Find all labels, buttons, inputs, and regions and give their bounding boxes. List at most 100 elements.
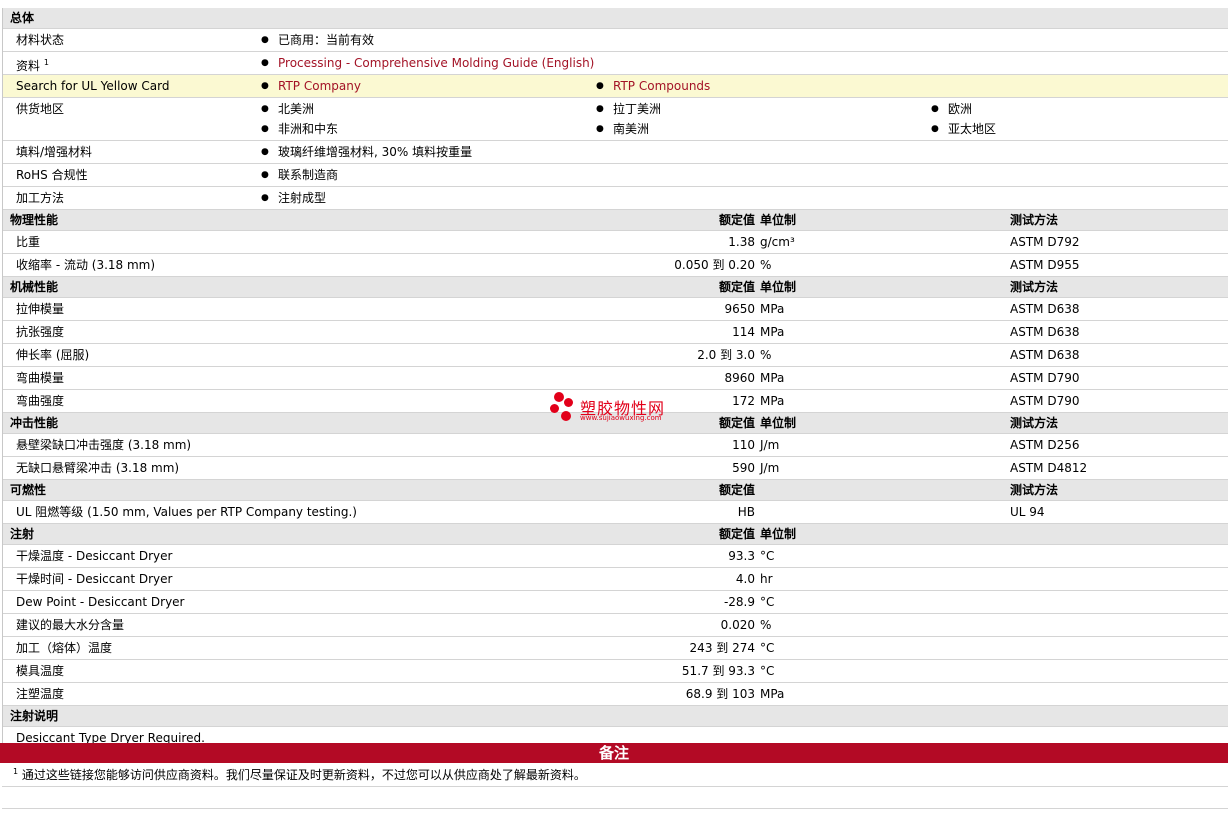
header-unit: 单位制	[760, 280, 797, 294]
region-item: 非洲和中东	[261, 118, 338, 140]
watermark-logo: 塑胶物性网 www.sujiaowuxing.com	[550, 392, 690, 428]
flammability-rows: UL 阻燃等级 (1.50 mm, Values per RTP Company…	[3, 501, 1228, 524]
row-label: 填料/增强材料	[16, 145, 93, 159]
property-unit: °C	[760, 595, 775, 609]
property-test-method: UL 94	[1010, 505, 1045, 519]
header-test: 测试方法	[1010, 213, 1059, 227]
property-test-method: ASTM D955	[1010, 258, 1080, 272]
row-label: 材料状态	[16, 33, 65, 47]
property-label: 比重	[16, 235, 41, 249]
section-title: 可燃性	[10, 483, 47, 497]
divider	[2, 808, 1228, 809]
bullet-value: 联系制造商	[261, 164, 338, 186]
property-unit: MPa	[760, 371, 785, 385]
rtp-compounds-link[interactable]: RTP Compounds	[596, 75, 710, 97]
property-value: 243 到 274	[689, 641, 755, 655]
footnote: 1 通过这些链接您能够访问供应商资料。我们尽量保证及时更新资料，不过您可以从供应…	[13, 767, 586, 782]
property-label: 弯曲模量	[16, 371, 65, 385]
literature-link[interactable]: Processing - Comprehensive Molding Guide…	[261, 52, 594, 74]
property-unit: MPa	[760, 302, 785, 316]
region-item: 欧洲	[931, 98, 972, 120]
section-title: 总体	[10, 11, 35, 25]
section-header-injection-notes: 注射说明	[3, 706, 1228, 727]
property-value: 93.3	[728, 549, 755, 563]
row-label: 资料 1	[16, 58, 49, 73]
property-unit: J/m	[760, 438, 780, 452]
bullet-value: 玻璃纤维增强材料, 30% 填料按重量	[261, 141, 472, 163]
property-label: 弯曲强度	[16, 394, 65, 408]
header-value: 额定值	[718, 416, 755, 430]
property-unit: %	[760, 618, 772, 632]
row-filler: 填料/增强材料 玻璃纤维增强材料, 30% 填料按重量	[3, 141, 1228, 164]
property-unit: hr	[760, 572, 773, 586]
property-row: Dew Point - Desiccant Dryer -28.9 °C	[3, 591, 1228, 614]
property-value: 110	[732, 438, 755, 452]
property-row: 建议的最大水分含量 0.020%	[3, 614, 1228, 637]
row-material-status: 材料状态 已商用：当前有效	[3, 29, 1228, 52]
property-value: 4.0	[735, 572, 755, 586]
row-process: 加工方法 注射成型	[3, 187, 1228, 210]
section-header-general: 总体	[3, 8, 1228, 29]
property-label: 模具温度	[16, 664, 65, 678]
property-row: 干燥温度 - Desiccant Dryer 93.3 °C	[3, 545, 1228, 568]
property-test-method: ASTM D256	[1010, 438, 1080, 452]
impact-rows: 悬壁梁缺口冲击强度 (3.18 mm) 110 J/m ASTM D256 无缺口悬臂梁…	[3, 434, 1228, 480]
row-regions: 供货地区 北美洲 拉丁美洲 欧洲 非洲和中东 南美洲 亚太地区	[3, 98, 1228, 141]
property-label: UL 阻燃等级 (1.50 mm, Values per RTP Company…	[16, 505, 357, 519]
property-value: 590	[732, 461, 755, 475]
section-header-injection: 注射 额定值 单位制	[3, 524, 1228, 545]
property-label: 收缩率 - 流动 (3.18 mm)	[16, 258, 156, 272]
logo-dot	[561, 411, 571, 421]
property-test-method: ASTM D4812	[1010, 461, 1088, 475]
header-test: 测试方法	[1010, 483, 1059, 497]
region-item: 亚太地区	[931, 118, 996, 140]
property-row: 悬壁梁缺口冲击强度 (3.18 mm) 110 J/m ASTM D256	[3, 434, 1228, 457]
header-value: 额定值	[718, 213, 755, 227]
property-row: 加工（熔体）温度 243 到 274 °C	[3, 637, 1228, 660]
property-label: 悬壁梁缺口冲击强度 (3.18 mm)	[16, 438, 192, 452]
row-rohs: RoHS 合规性 联系制造商	[3, 164, 1228, 187]
property-label: 加工（熔体）温度	[16, 641, 113, 655]
property-label: 注塑温度	[16, 687, 65, 701]
rtp-company-link[interactable]: RTP Company	[261, 75, 361, 97]
header-unit: 单位制	[760, 213, 797, 227]
property-label: 建议的最大水分含量	[16, 618, 125, 632]
property-unit: °C	[760, 641, 775, 655]
region-item: 拉丁美洲	[596, 98, 661, 120]
header-value: 额定值	[718, 527, 755, 541]
property-row: UL 阻燃等级 (1.50 mm, Values per RTP Company…	[3, 501, 1228, 524]
property-value: 0.050 到 0.20	[674, 258, 755, 272]
divider	[2, 786, 1228, 787]
logo-dot	[564, 398, 573, 407]
property-unit: g/cm³	[760, 235, 795, 249]
property-label: 干燥温度 - Desiccant Dryer	[16, 549, 173, 563]
section-header-physical: 物理性能 额定值 单位制 测试方法	[3, 210, 1228, 231]
property-row: 干燥时间 - Desiccant Dryer 4.0 hr	[3, 568, 1228, 591]
header-value: 额定值	[718, 483, 755, 497]
header-test: 测试方法	[1010, 416, 1059, 430]
section-title: 冲击性能	[10, 416, 59, 430]
property-row: 比重 1.38 g/cm³ ASTM D792	[3, 231, 1228, 254]
property-label: 伸长率 (屈服)	[16, 348, 90, 362]
logo-dot	[554, 392, 564, 402]
bullet-value: 已商用：当前有效	[261, 29, 374, 51]
property-value: 0.020	[720, 618, 755, 632]
datasheet-table: 总体 材料状态 已商用：当前有效 资料 1 Processing - Compr…	[2, 8, 1228, 750]
bullet-value: 注射成型	[261, 187, 326, 209]
property-unit: J/m	[760, 461, 780, 475]
section-title: 物理性能	[10, 213, 59, 227]
property-value: 172	[732, 394, 755, 408]
header-test: 测试方法	[1010, 280, 1059, 294]
property-unit: MPa	[760, 687, 785, 701]
property-row: 无缺口悬臂梁冲击 (3.18 mm) 590 J/m ASTM D4812	[3, 457, 1228, 480]
property-label: 拉伸模量	[16, 302, 65, 316]
property-value: 68.9 到 103	[685, 687, 755, 701]
property-unit: MPa	[760, 394, 785, 408]
property-value: 8960	[724, 371, 755, 385]
section-title: 注射说明	[10, 709, 59, 723]
section-header-mechanical: 机械性能 额定值 单位制 测试方法	[3, 277, 1228, 298]
property-test-method: ASTM D638	[1010, 302, 1080, 316]
row-label: RoHS 合规性	[16, 168, 88, 182]
property-value: 114	[732, 325, 755, 339]
property-value: 2.0 到 3.0	[697, 348, 755, 362]
